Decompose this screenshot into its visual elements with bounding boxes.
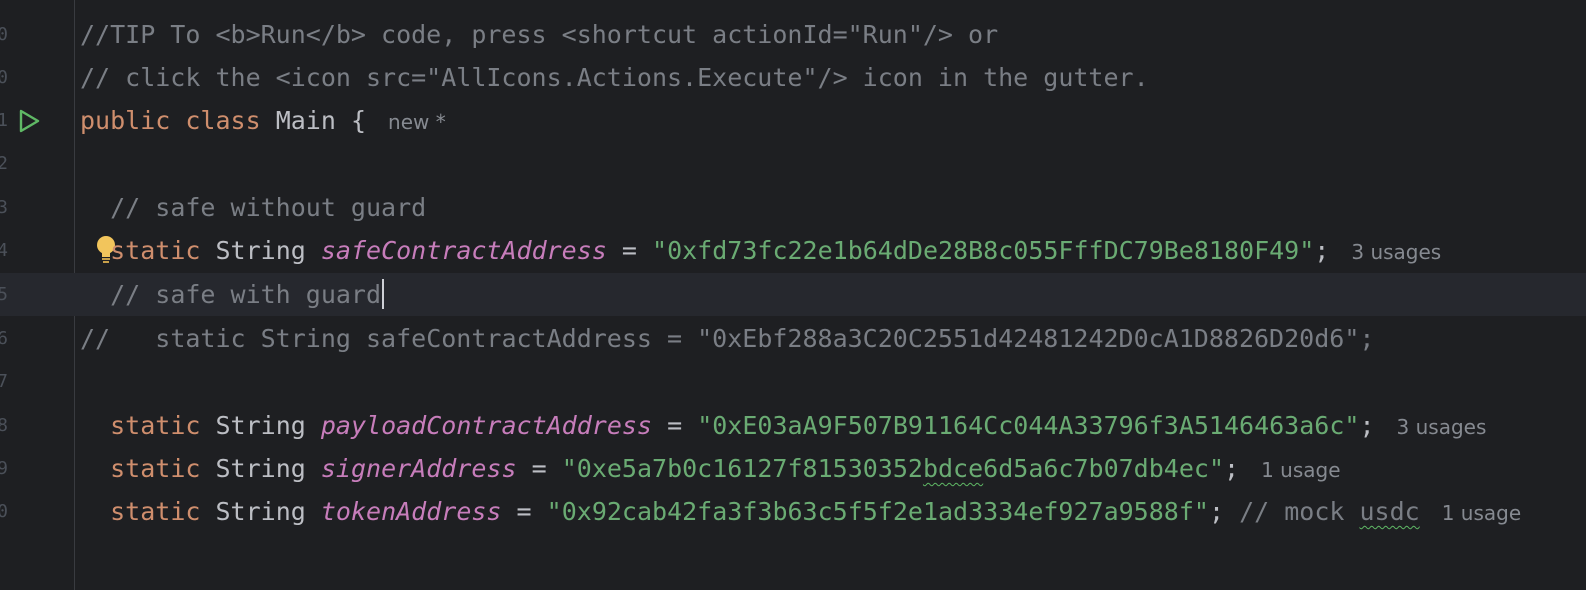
line-number: 6	[0, 328, 8, 349]
type-name: String	[215, 411, 306, 440]
string-literal: "0x92cab42fa3f3b63c5f5f2e1ad3334ef927a95…	[546, 497, 1209, 526]
text-caret	[382, 279, 385, 309]
comment-text: // mock	[1239, 497, 1360, 526]
keyword: static	[110, 411, 201, 440]
code-line[interactable]: 7	[0, 360, 1586, 403]
line-number: 3	[0, 197, 8, 218]
code-editor[interactable]: 0 //TIP To <b>Run</b> code, press <short…	[0, 0, 1586, 590]
semicolon: ;	[1314, 236, 1330, 265]
field-name: payloadContractAddress	[320, 411, 652, 440]
string-literal: "0xE03aA9F507B91164Cc044A33796f3A5146463…	[697, 411, 1360, 440]
comment-text: // click the <icon src="AllIcons.Actions…	[80, 63, 1149, 92]
line-number: 8	[0, 415, 8, 436]
comment-text: // safe without guard	[110, 193, 427, 222]
keyword: static	[110, 497, 201, 526]
keyword: static	[110, 236, 201, 265]
semicolon: ;	[1208, 497, 1224, 526]
type-name: String	[215, 454, 306, 483]
code-line[interactable]: 3 // safe without guard	[0, 186, 1586, 229]
brace: {	[350, 106, 367, 135]
comment-text: static String safeContractAddress = "0xE…	[155, 324, 1375, 353]
usages-inlay-hint[interactable]: 1 usage	[1442, 501, 1521, 525]
code-line[interactable]: 0 static String tokenAddress = "0x92cab4…	[0, 490, 1586, 533]
keyword: public	[80, 106, 171, 135]
line-number: 5	[0, 284, 8, 305]
operator: =	[667, 411, 683, 440]
line-number: 2	[0, 153, 8, 174]
comment-text: // safe with guard	[110, 280, 382, 309]
code-line[interactable]: 4 static String safeContractAddress = "0…	[0, 229, 1586, 272]
code-line-current[interactable]: 5 // safe with guard	[0, 273, 1586, 316]
code-line[interactable]: 6 // static String safeContractAddress =…	[0, 317, 1586, 360]
type-name: String	[215, 497, 306, 526]
line-number: 0	[0, 67, 8, 88]
operator: =	[531, 454, 547, 483]
author-inlay-hint[interactable]: new *	[388, 110, 446, 134]
usages-inlay-hint[interactable]: 1 usage	[1261, 458, 1340, 482]
code-line[interactable]: 0 //TIP To <b>Run</b> code, press <short…	[0, 13, 1586, 56]
usages-inlay-hint[interactable]: 3 usages	[1397, 415, 1487, 439]
comment-prefix: //	[80, 324, 111, 353]
keyword: class	[185, 106, 261, 135]
line-number: 9	[0, 458, 8, 479]
line-number: 1	[0, 110, 8, 131]
semicolon: ;	[1359, 411, 1375, 440]
type-name: String	[215, 236, 306, 265]
usages-inlay-hint[interactable]: 3 usages	[1351, 240, 1441, 264]
field-name: tokenAddress	[320, 497, 502, 526]
operator: =	[516, 497, 532, 526]
typo-squiggle[interactable]: bdce	[923, 454, 983, 483]
line-number: 0	[0, 24, 8, 45]
semicolon: ;	[1224, 454, 1240, 483]
line-number: 4	[0, 240, 8, 261]
comment-text: //TIP To <b>Run</b> code, press <shortcu…	[80, 20, 999, 49]
string-literal: "0xfd73fc22e1b64dDe28B8c055FffDC79Be8180…	[652, 236, 1315, 265]
field-name: safeContractAddress	[320, 236, 607, 265]
field-name: signerAddress	[320, 454, 517, 483]
class-name: Main	[275, 106, 336, 135]
run-gutter-icon[interactable]	[16, 108, 42, 134]
code-line[interactable]: 8 static String payloadContractAddress =…	[0, 404, 1586, 447]
code-line[interactable]: 9 static String signerAddress = "0xe5a7b…	[0, 447, 1586, 490]
code-line[interactable]: 2	[0, 142, 1586, 185]
typo-squiggle[interactable]: usdc	[1359, 497, 1419, 526]
string-literal: "0xe5a7b0c16127f81530352	[561, 454, 923, 483]
operator: =	[621, 236, 637, 265]
code-line[interactable]: 1 public class Main { new *	[0, 99, 1586, 142]
line-number: 7	[0, 371, 8, 392]
code-line[interactable]: 0 // click the <icon src="AllIcons.Actio…	[0, 56, 1586, 99]
line-number: 0	[0, 501, 8, 522]
keyword: static	[110, 454, 201, 483]
string-literal: 6d5a6c7b07db4ec"	[983, 454, 1224, 483]
